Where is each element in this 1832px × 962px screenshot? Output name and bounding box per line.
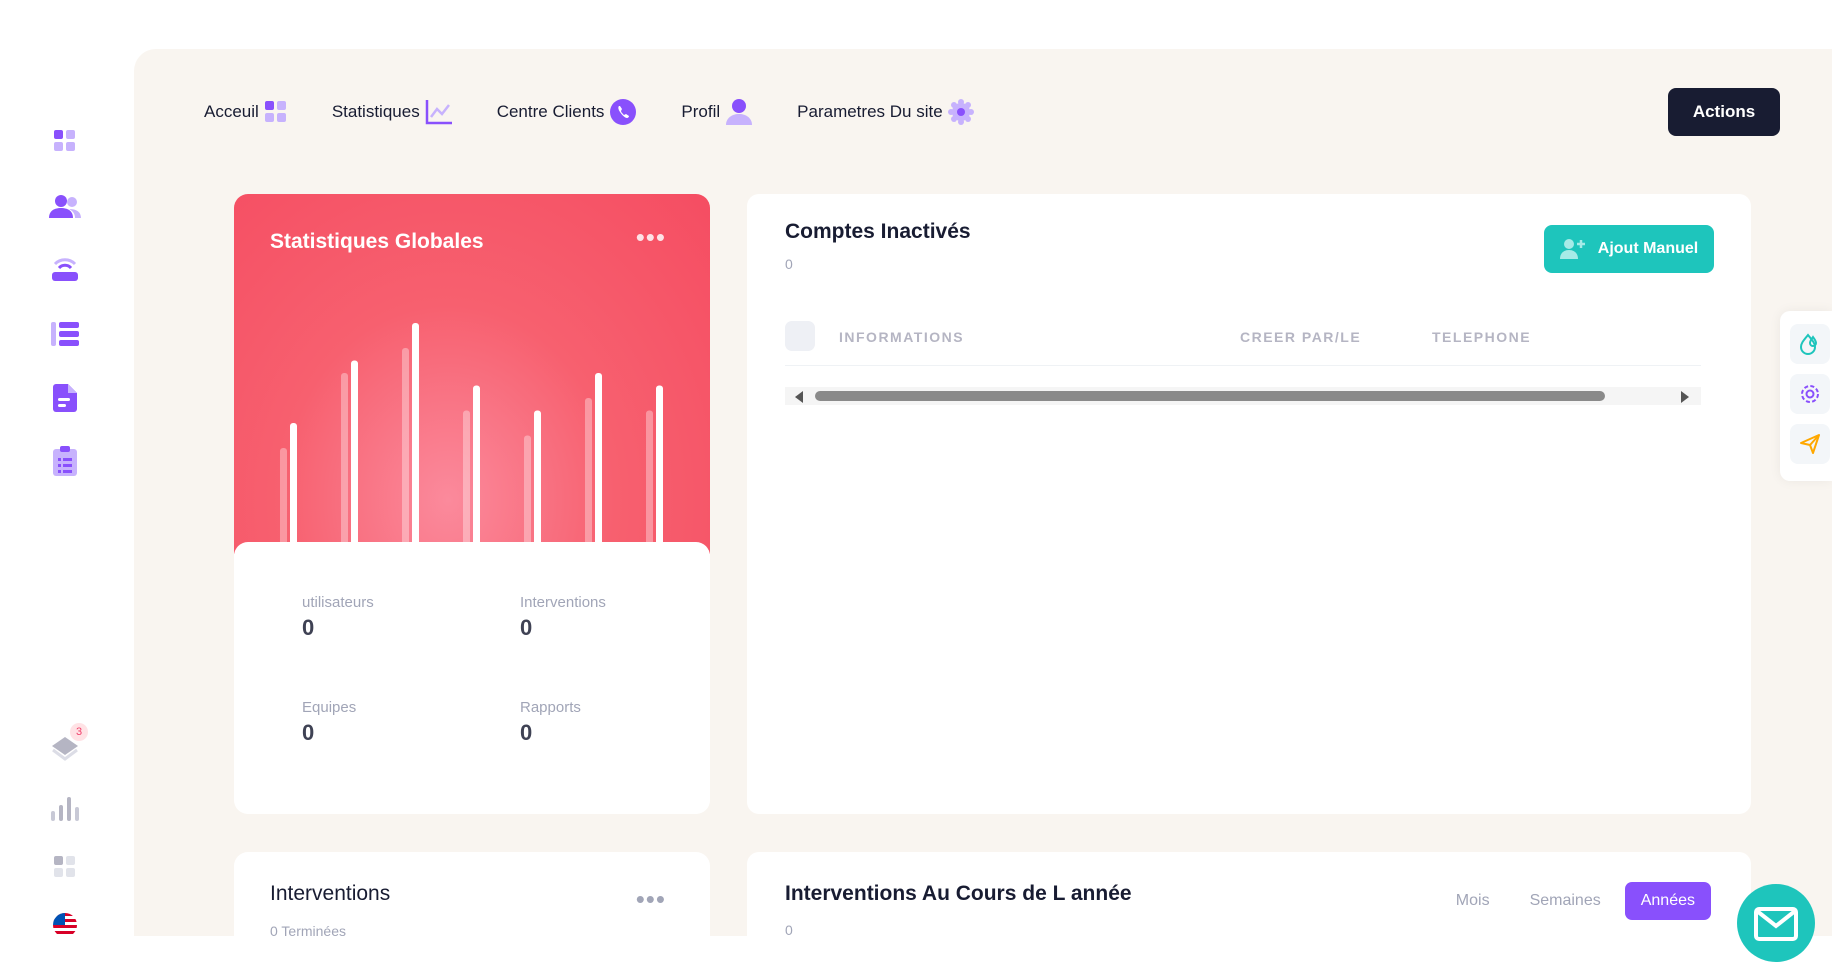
nav-item-statistiques[interactable]: Statistiques <box>332 97 453 127</box>
card-title: Comptes Inactivés <box>785 220 971 243</box>
chart-bar-back <box>463 410 470 548</box>
mail-icon <box>1754 907 1798 941</box>
chart-line-icon <box>425 100 452 125</box>
metric-interventions: Interventions 0 <box>520 594 606 641</box>
metric-label: Equipes <box>302 699 357 716</box>
actions-button[interactable]: Actions <box>1668 88 1780 136</box>
dashboard-icon[interactable] <box>48 124 82 158</box>
card-title: Interventions Au Cours de L année <box>785 882 1132 905</box>
floating-toolbar <box>1780 311 1832 481</box>
more-options-icon[interactable]: ••• <box>636 224 666 250</box>
chart-bar-back <box>585 398 592 548</box>
chart-bar-front <box>473 385 480 548</box>
card-count: 0 <box>785 256 793 272</box>
users-icon[interactable] <box>48 190 82 224</box>
chart-bar-back <box>646 410 653 548</box>
main-panel: Acceuil Statistiques Centre Clients Prof… <box>134 49 1832 936</box>
tab-semaines[interactable]: Semaines <box>1514 882 1617 920</box>
inactive-accounts-card: Comptes Inactivés 0 Ajout Manuel INFORMA… <box>747 194 1751 814</box>
metric-utilisateurs: utilisateurs 0 <box>302 594 374 641</box>
settings-icon <box>947 99 974 125</box>
nav-label: Profil <box>681 102 721 121</box>
interventions-card: Interventions 0 Terminées ••• <box>234 852 710 936</box>
metric-value: 0 <box>520 720 533 745</box>
stats-metrics: utilisateurs 0 Interventions 0 Equipes 0… <box>234 542 710 814</box>
nav-label: Statistiques <box>331 102 420 121</box>
clipboard-icon[interactable] <box>48 444 82 478</box>
stats-title: Statistiques Globales <box>270 230 484 253</box>
tab-annees[interactable]: Années <box>1624 882 1711 920</box>
button-label: Ajout Manuel <box>1597 240 1699 257</box>
chart-bar-front <box>290 423 297 548</box>
user-icon <box>726 99 753 125</box>
scrollbar-thumb[interactable] <box>815 391 1605 401</box>
chart-bar-back <box>341 373 348 548</box>
column-header-telephone[interactable]: TELEPHONE <box>1432 329 1531 345</box>
column-header-informations[interactable]: INFORMATIONS <box>839 329 964 345</box>
add-manual-button[interactable]: Ajout Manuel <box>1544 225 1714 273</box>
column-header-creer-par[interactable]: CREER PAR/LE <box>1240 329 1361 345</box>
horizontal-scrollbar[interactable] <box>785 387 1701 405</box>
send-icon[interactable] <box>1790 424 1830 464</box>
metric-rapports: Rapports 0 <box>520 699 581 746</box>
metric-equipes: Equipes 0 <box>302 699 356 746</box>
list-icon[interactable] <box>48 317 82 351</box>
card-title: Interventions <box>270 882 391 905</box>
metric-value: 0 <box>520 615 533 640</box>
select-all-checkbox[interactable] <box>785 321 815 351</box>
chart-bar-back <box>524 435 531 548</box>
nav-item-acceuil[interactable]: Acceuil <box>204 97 288 127</box>
phone-icon <box>610 99 637 125</box>
apps-icon[interactable] <box>48 850 82 884</box>
top-nav: Acceuil Statistiques Centre Clients Prof… <box>204 97 1018 127</box>
nav-item-centre-clients[interactable]: Centre Clients <box>497 97 638 127</box>
nav-label: Parametres Du site <box>797 102 943 121</box>
add-user-icon <box>1559 239 1585 259</box>
document-icon[interactable] <box>48 381 82 415</box>
stats-card: Statistiques Globales ••• utilisateurs 0… <box>234 194 710 814</box>
chart-bar-front <box>656 385 663 548</box>
scroll-left-arrow[interactable] <box>795 391 803 403</box>
theme-drop-icon[interactable] <box>1790 324 1830 364</box>
interventions-year-card: Interventions Au Cours de L année 0 Mois… <box>747 852 1751 936</box>
chart-bar-front <box>534 410 541 548</box>
settings-icon[interactable] <box>1790 374 1830 414</box>
us-flag-icon[interactable] <box>48 908 82 942</box>
notification-badge: 3 <box>70 723 88 741</box>
sidebar: 3 <box>0 0 130 937</box>
nav-label: Centre Clients <box>496 102 605 121</box>
metric-label: Interventions <box>520 594 606 611</box>
router-icon[interactable] <box>48 252 82 286</box>
chart-bar-front <box>595 373 602 548</box>
metric-value: 0 <box>302 615 315 640</box>
metric-value: 0 <box>302 720 315 745</box>
table-header: INFORMATIONS CREER PAR/LE TELEPHONE <box>785 321 1701 366</box>
nav-item-parametres[interactable]: Parametres Du site <box>797 97 974 127</box>
card-subtitle: 0 Terminées <box>270 923 347 936</box>
chart-bar-back <box>280 448 287 548</box>
chart-bar-front <box>412 323 419 548</box>
chart-bar-front <box>351 360 358 548</box>
period-tabs: Mois Semaines Années <box>1440 882 1711 920</box>
chart-bar-back <box>402 348 409 548</box>
scroll-right-arrow[interactable] <box>1681 391 1689 403</box>
chat-button[interactable] <box>1737 884 1815 962</box>
dashboard-icon <box>264 101 286 122</box>
nav-label: Acceuil <box>204 102 259 121</box>
metric-label: utilisateurs <box>302 594 374 611</box>
layers-icon[interactable]: 3 <box>48 723 88 765</box>
metric-label: Rapports <box>520 699 581 716</box>
more-options-icon[interactable]: ••• <box>636 886 666 912</box>
bar-chart-icon[interactable] <box>48 792 82 826</box>
nav-item-profil[interactable]: Profil <box>681 97 753 127</box>
tab-mois[interactable]: Mois <box>1440 882 1506 920</box>
card-count: 0 <box>785 922 793 936</box>
stats-chart-area: Statistiques Globales ••• <box>234 194 710 554</box>
